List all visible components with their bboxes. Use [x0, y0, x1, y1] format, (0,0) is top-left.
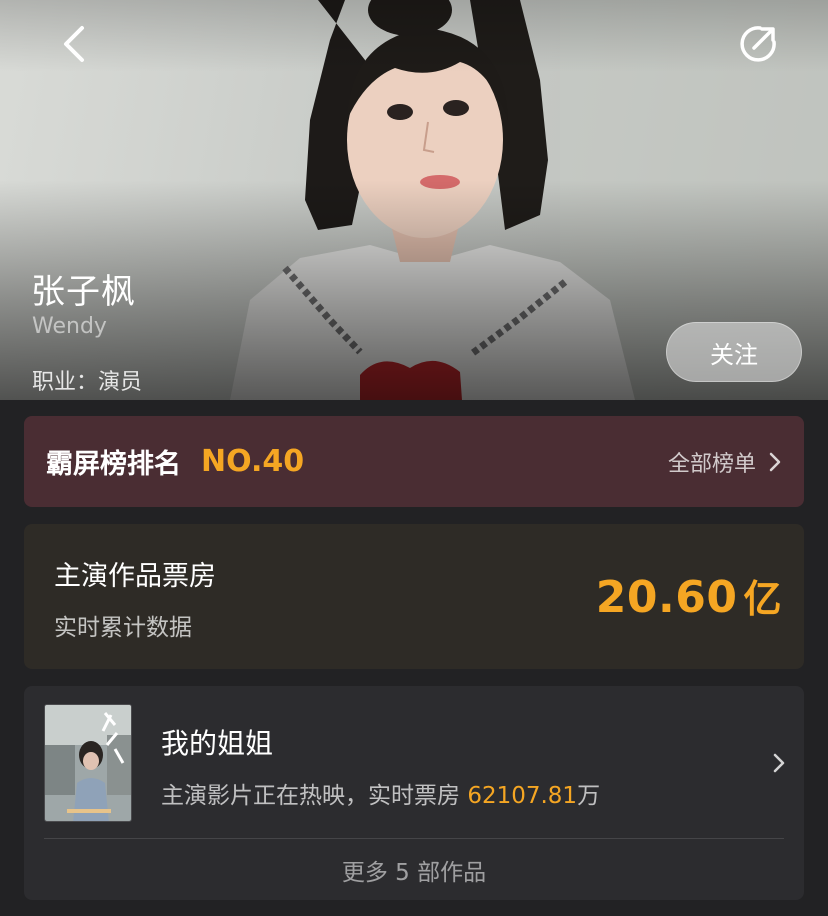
work-item[interactable]: 我的姐姐 主演影片正在热映，实时票房 62107.81万	[24, 686, 804, 838]
share-button[interactable]	[734, 20, 782, 68]
box-office-value: 20.60	[595, 572, 738, 623]
actor-occupation: 职业：演员	[32, 370, 143, 395]
follow-button[interactable]: 关注	[666, 322, 802, 382]
back-arrow-icon	[64, 26, 84, 62]
chevron-right-icon	[772, 752, 786, 774]
work-desc-text: 主演影片正在热映，实时票房	[161, 783, 468, 809]
work-box-office-unit: 万	[577, 783, 601, 809]
work-box-office-value: 62107.81	[467, 783, 578, 809]
rank-label: 霸屏榜排名	[46, 449, 181, 480]
box-office-unit: 亿	[743, 577, 782, 621]
actor-hero: 张子枫 Wendy 职业：演员 关注	[0, 0, 828, 400]
share-icon	[740, 26, 776, 62]
box-office-title: 主演作品票房	[54, 561, 216, 592]
box-office-card[interactable]: 主演作品票房 实时累计数据 20.60 亿	[24, 524, 804, 669]
work-description: 主演影片正在热映，实时票房 62107.81万	[161, 776, 600, 810]
box-office-subtitle: 实时累计数据	[54, 615, 192, 641]
all-rankings-label: 全部榜单	[667, 451, 756, 477]
actor-english-name: Wendy	[32, 314, 107, 339]
movie-poster	[44, 704, 132, 822]
back-button[interactable]	[50, 20, 98, 68]
rank-card: 霸屏榜排名 NO.40 全部榜单	[24, 416, 804, 507]
chevron-right-icon	[768, 451, 782, 473]
work-title: 我的姐姐	[161, 727, 274, 760]
all-rankings-link[interactable]: 全部榜单	[668, 446, 782, 478]
rank-value: NO.40	[201, 444, 305, 479]
works-card: 我的姐姐 主演影片正在热映，实时票房 62107.81万 更多 5 部作品	[24, 686, 804, 900]
more-works-link[interactable]: 更多 5 部作品	[24, 839, 804, 900]
box-office-total: 20.60 亿	[596, 568, 782, 623]
actor-name: 张子枫	[31, 272, 136, 312]
